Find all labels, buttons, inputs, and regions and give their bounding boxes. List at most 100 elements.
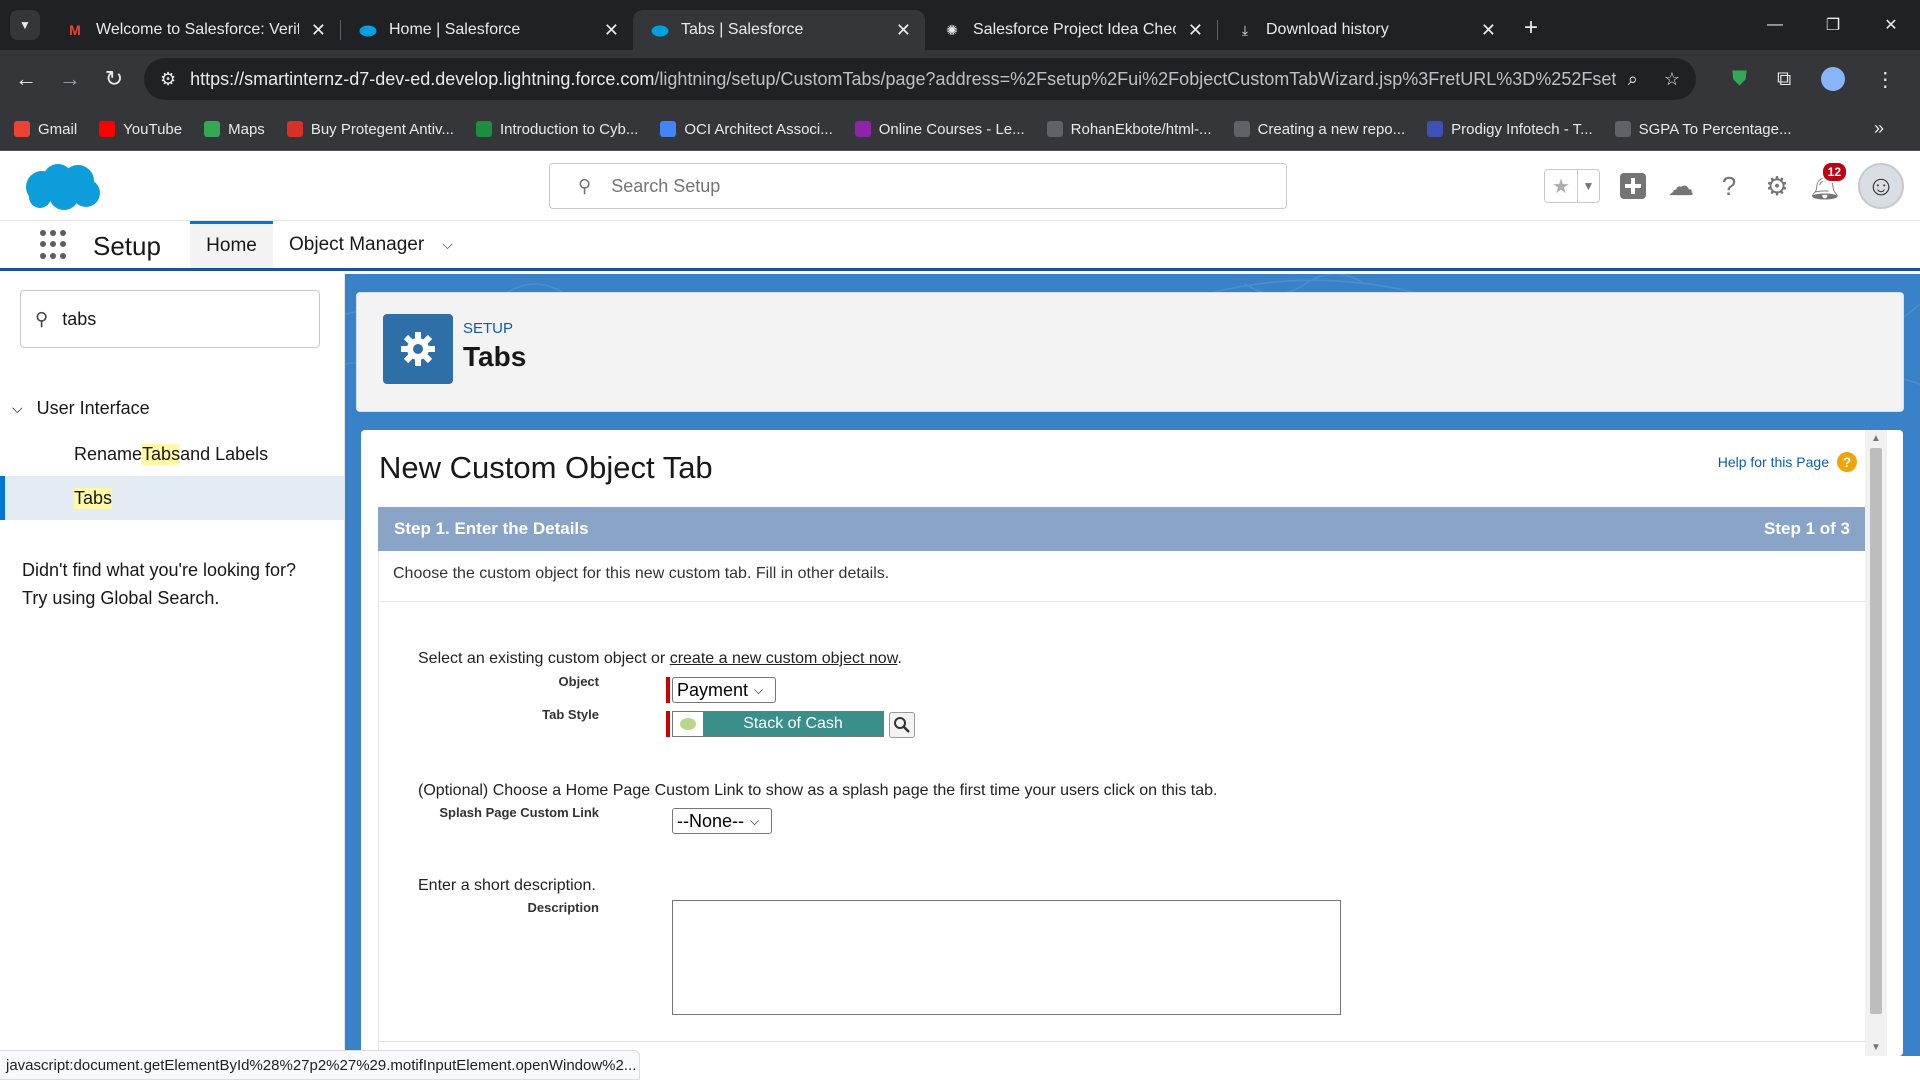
trailhead-icon[interactable]: ☁ xyxy=(1666,171,1696,201)
new-tab-button[interactable]: + xyxy=(1524,14,1538,42)
help-icon[interactable]: ? xyxy=(1714,171,1744,201)
browser-tab-home-salesforce[interactable]: Home | Salesforce ✕ xyxy=(341,10,633,50)
close-tab-icon[interactable]: ✕ xyxy=(896,20,911,41)
bookmarks-bar: Gmail YouTube Maps Buy Protegent Antiv... In… xyxy=(0,108,1920,151)
restore-icon[interactable]: ❐ xyxy=(1804,0,1862,50)
chatgpt-icon: ✺ xyxy=(946,21,958,38)
close-tab-icon[interactable]: ✕ xyxy=(1481,20,1496,41)
avatar[interactable]: ☺ xyxy=(1858,163,1904,209)
chevron-down-icon[interactable]: ⌵ xyxy=(442,236,453,253)
reload-icon[interactable]: ↻ xyxy=(96,61,132,97)
scroll-up-icon[interactable]: ▲ xyxy=(1869,433,1883,445)
browser-tab-gmail[interactable]: M Welcome to Salesforce: Verify y ✕ xyxy=(48,10,340,50)
bookmark-item[interactable]: Online Courses - Le... xyxy=(854,121,1025,138)
salesforce-header: ⚲ Search Setup ★ ▼ ☁ ? ⚙ 🔔︎ 12 ☺ xyxy=(0,151,1920,221)
description-label: Description xyxy=(527,900,599,915)
tab-style-field[interactable]: Stack of Cash xyxy=(672,711,884,737)
create-custom-object-link[interactable]: create a new custom object now xyxy=(670,650,898,667)
forward-icon[interactable]: → xyxy=(52,61,88,97)
extensions-icon[interactable]: ⧉ xyxy=(1777,68,1791,91)
app-launcher-icon[interactable] xyxy=(40,230,70,260)
bookmark-favicon-icon xyxy=(1046,121,1063,137)
search-icon: ⚲ xyxy=(578,175,592,196)
object-select[interactable]: Payment ⌵ xyxy=(672,677,776,703)
bookmark-item[interactable]: SGPA To Percentage... xyxy=(1614,121,1792,138)
global-actions-icon[interactable] xyxy=(1618,171,1648,201)
content-scrollbar[interactable]: ▲ ▼ xyxy=(1865,430,1887,1056)
help-icon[interactable]: ? xyxy=(1837,452,1857,472)
scroll-down-icon[interactable]: ▼ xyxy=(1869,1042,1883,1054)
tab-home[interactable]: Home xyxy=(190,221,273,268)
description-text: Enter a short description. xyxy=(418,877,596,894)
search-icon: ⚲ xyxy=(35,308,49,329)
chevron-down-icon[interactable]: ⌵ xyxy=(12,400,23,417)
quick-find-input[interactable]: ⚲ tabs xyxy=(20,290,320,348)
browser-tab-strip: ▼ M Welcome to Salesforce: Verify y ✕ Ho… xyxy=(0,0,1920,50)
bookmark-favicon-icon xyxy=(475,121,492,137)
star-icon[interactable]: ★ xyxy=(1545,170,1577,202)
bookmark-favicon-icon xyxy=(1427,121,1444,137)
chevron-down-icon: ⌵ xyxy=(754,682,764,697)
step-body: Choose the custom object for this new cu… xyxy=(378,551,1866,1056)
download-icon: ⤓ xyxy=(1241,21,1249,38)
notification-badge: 12 xyxy=(1820,161,1848,183)
close-tab-icon[interactable]: ✕ xyxy=(1188,20,1203,41)
browser-tab-project-idea[interactable]: ✺ Salesforce Project Idea Check ✕ xyxy=(925,10,1217,50)
address-bar[interactable]: ⚙ https://smartinternz-d7-dev-ed.develop… xyxy=(144,58,1696,100)
more-bookmarks-icon[interactable]: » xyxy=(1874,118,1884,139)
close-tab-icon[interactable]: ✕ xyxy=(604,20,619,41)
bookmark-item[interactable]: Maps xyxy=(204,121,265,138)
browser-tab-download-history[interactable]: ⤓ Download history ✕ xyxy=(1218,10,1510,50)
tree-node-user-interface[interactable]: ⌵ User Interface xyxy=(12,398,150,419)
bookmark-item[interactable]: Creating a new repo... xyxy=(1233,121,1405,138)
zoom-icon[interactable]: ⌕ xyxy=(1628,69,1638,90)
bookmark-item[interactable]: Buy Protegent Antiv... xyxy=(286,121,454,138)
sidebar-item-rename-tabs[interactable]: Rename Tabs and Labels xyxy=(0,432,344,476)
tab-style-label: Tab Style xyxy=(542,707,599,722)
site-info-icon[interactable]: ⚙ xyxy=(160,69,176,90)
back-icon[interactable]: ← xyxy=(8,61,44,97)
bookmark-item[interactable]: Prodigy Infotech - T... xyxy=(1427,121,1593,138)
chevron-down-icon: ⌵ xyxy=(750,813,760,828)
browser-tab-tabs-salesforce[interactable]: Tabs | Salesforce ✕ xyxy=(633,10,925,50)
close-tab-icon[interactable]: ✕ xyxy=(311,20,326,41)
shield-extension-icon[interactable]: ⛊ xyxy=(1732,68,1747,91)
setup-sidebar: ⚲ tabs ⌵ User Interface Rename Tabs and … xyxy=(0,274,345,1056)
bookmark-favicon-icon xyxy=(204,121,221,137)
bookmark-item[interactable]: RohanEkbote/html-... xyxy=(1046,121,1212,138)
tab-search-button[interactable]: ▼ xyxy=(10,10,40,40)
tab-style-lookup-icon[interactable] xyxy=(889,712,915,738)
chrome-menu-icon[interactable]: ⋮ xyxy=(1875,67,1895,92)
chevron-down-icon[interactable]: ▼ xyxy=(1577,170,1599,202)
breadcrumb: SETUP xyxy=(463,320,514,337)
favorites-button[interactable]: ★ ▼ xyxy=(1544,169,1600,203)
salesforce-logo[interactable] xyxy=(20,161,102,216)
page-title: Tabs xyxy=(463,341,527,372)
bookmark-item[interactable]: Gmail xyxy=(14,121,77,138)
splash-page-label: Splash Page Custom Link xyxy=(439,805,599,820)
description-textarea[interactable] xyxy=(672,900,1341,1015)
help-for-page-link[interactable]: Help for this Page ? xyxy=(1718,452,1857,472)
close-window-icon[interactable]: ✕ xyxy=(1862,0,1920,50)
wizard-title: New Custom Object Tab xyxy=(379,450,713,485)
bookmark-item[interactable]: Introduction to Cyb... xyxy=(475,121,638,138)
bookmark-favicon-icon xyxy=(99,121,116,137)
gear-icon[interactable]: ⚙ xyxy=(1762,171,1792,201)
scroll-thumb[interactable] xyxy=(1870,448,1882,1014)
bookmark-item[interactable]: OCI Architect Associ... xyxy=(660,121,833,138)
required-indicator xyxy=(666,711,670,737)
setup-search-input[interactable]: ⚲ Search Setup xyxy=(549,163,1287,209)
bell-icon[interactable]: 🔔︎ 12 xyxy=(1809,161,1848,201)
bookmark-star-icon[interactable]: ☆ xyxy=(1664,69,1680,90)
tab-object-manager[interactable]: Object Manager ⌵ xyxy=(289,221,453,268)
bookmark-favicon-icon xyxy=(1614,121,1631,137)
profile-icon[interactable] xyxy=(1821,67,1846,91)
cash-icon xyxy=(673,712,703,736)
select-object-text: Select an existing custom object or crea… xyxy=(418,650,902,667)
splash-page-select[interactable]: --None-- ⌵ xyxy=(672,808,772,834)
minimize-icon[interactable]: — xyxy=(1746,0,1804,50)
bookmark-favicon-icon xyxy=(854,121,871,137)
bookmark-item[interactable]: YouTube xyxy=(99,121,182,138)
sidebar-item-tabs[interactable]: Tabs xyxy=(0,476,344,520)
global-search-hint: Didn't find what you're looking for? Try… xyxy=(22,560,297,608)
